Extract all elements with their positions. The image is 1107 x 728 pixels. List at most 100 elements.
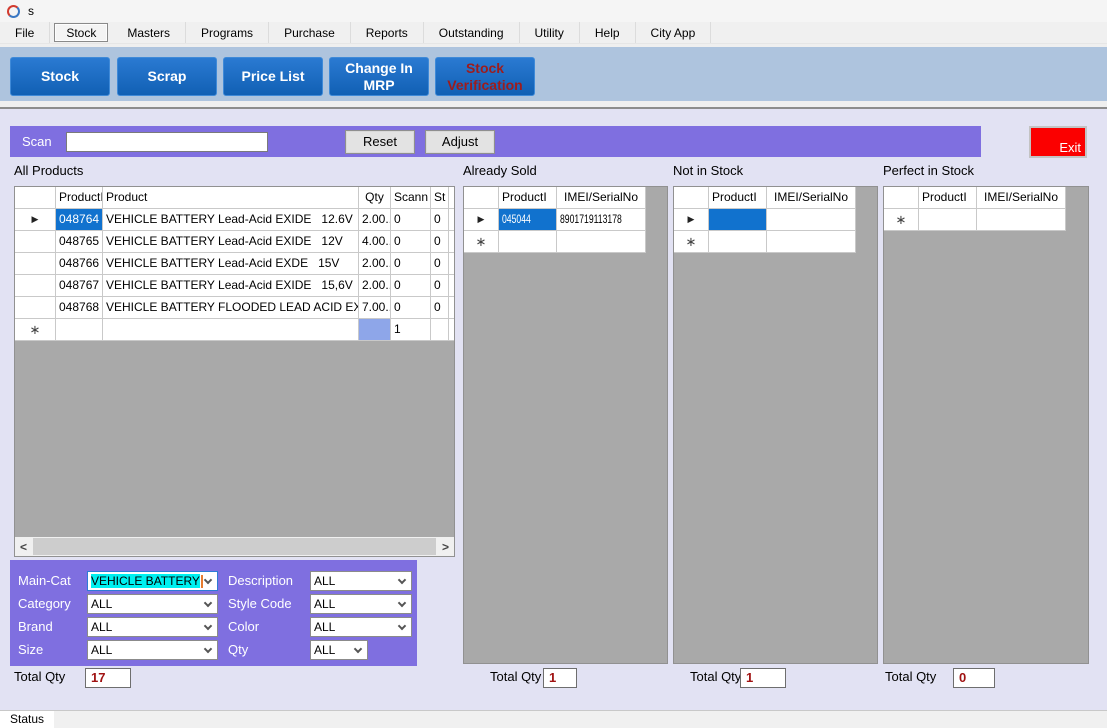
menu-purchase[interactable]: Purchase bbox=[269, 22, 351, 43]
table-row[interactable]: ▶ 048764 VEHICLE BATTERY Lead-Acid EXIDE… bbox=[15, 209, 454, 231]
style-code-select[interactable]: ALL bbox=[310, 594, 412, 614]
reset-button[interactable]: Reset bbox=[345, 130, 415, 154]
header-scanned[interactable]: Scann bbox=[391, 187, 431, 209]
current-row-indicator[interactable]: ▶ bbox=[674, 209, 709, 231]
stock-verification-button[interactable]: Stock Verification bbox=[435, 57, 535, 96]
cell-product[interactable]: VEHICLE BATTERY Lead-Acid EXIDE 15,6V bbox=[103, 275, 359, 297]
cell-product[interactable]: VEHICLE BATTERY FLOODED LEAD ACID EXI... bbox=[103, 297, 359, 319]
cell-qty[interactable]: 4.00... bbox=[359, 231, 391, 253]
new-row-indicator[interactable]: ∗ bbox=[15, 319, 56, 341]
new-row-indicator[interactable]: ∗ bbox=[464, 231, 499, 253]
cell-product[interactable]: VEHICLE BATTERY Lead-Acid EXIDE 12.6V bbox=[103, 209, 359, 231]
cell-scanned[interactable]: 0 bbox=[391, 275, 431, 297]
cell-scanned[interactable]: 0 bbox=[391, 209, 431, 231]
menu-utility[interactable]: Utility bbox=[520, 22, 580, 43]
cell-product[interactable]: VEHICLE BATTERY Lead-Acid EXIDE 12V bbox=[103, 231, 359, 253]
menu-stock[interactable]: Stock bbox=[54, 23, 108, 42]
header-imei[interactable]: IMEI/SerialNo bbox=[557, 187, 646, 209]
table-row[interactable]: ▶ 045044 8901719113178 bbox=[464, 209, 646, 231]
header-product-id[interactable]: ProductI bbox=[56, 187, 103, 209]
header-st[interactable]: St bbox=[431, 187, 449, 209]
perfect-in-stock-grid: ProductI IMEI/SerialNo ∗ bbox=[883, 186, 1089, 664]
table-row[interactable]: 048766 VEHICLE BATTERY Lead-Acid EXDE 15… bbox=[15, 253, 454, 275]
main-cat-label: Main-Cat bbox=[18, 573, 71, 588]
stock-button[interactable]: Stock bbox=[10, 57, 110, 96]
cell-scanned[interactable]: 0 bbox=[391, 231, 431, 253]
current-row-indicator[interactable]: ▶ bbox=[15, 209, 56, 231]
cell-st[interactable]: 0 bbox=[431, 297, 449, 319]
menu-city-app[interactable]: City App bbox=[636, 22, 712, 43]
header-product-id[interactable]: ProductI bbox=[919, 187, 977, 209]
adjust-button[interactable]: Adjust bbox=[425, 130, 495, 154]
menu-masters[interactable]: Masters bbox=[112, 22, 186, 43]
header-qty[interactable]: Qty bbox=[359, 187, 391, 209]
cell-product-id[interactable]: 048768 bbox=[56, 297, 103, 319]
all-products-total-value[interactable]: 17 bbox=[85, 668, 131, 688]
scan-input[interactable] bbox=[66, 132, 268, 152]
table-row[interactable]: 048768 VEHICLE BATTERY FLOODED LEAD ACID… bbox=[15, 297, 454, 319]
cell-st[interactable]: 0 bbox=[431, 275, 449, 297]
new-row[interactable]: ∗ 1 bbox=[15, 319, 454, 341]
cell-imei[interactable] bbox=[767, 209, 856, 231]
new-row-indicator[interactable]: ∗ bbox=[884, 209, 919, 231]
menu-programs[interactable]: Programs bbox=[186, 22, 269, 43]
price-list-button[interactable]: Price List bbox=[223, 57, 323, 96]
cell-st[interactable]: 0 bbox=[431, 231, 449, 253]
scrollbar-thumb[interactable] bbox=[33, 538, 436, 555]
size-select[interactable]: ALL bbox=[87, 640, 218, 660]
cell-qty[interactable]: 7.00... bbox=[359, 297, 391, 319]
menu-file[interactable]: File bbox=[0, 22, 50, 43]
table-row[interactable]: 048765 VEHICLE BATTERY Lead-Acid EXIDE 1… bbox=[15, 231, 454, 253]
new-row[interactable]: ∗ bbox=[674, 231, 856, 253]
cell-product-id[interactable]: 048766 bbox=[56, 253, 103, 275]
scroll-right-icon[interactable]: > bbox=[437, 537, 454, 556]
cell-product-id[interactable]: 048767 bbox=[56, 275, 103, 297]
cell-qty[interactable]: 2.00... bbox=[359, 209, 391, 231]
qty-select[interactable]: ALL bbox=[310, 640, 368, 660]
scrap-button[interactable]: Scrap bbox=[117, 57, 217, 96]
new-row-scanned-cell[interactable]: 1 bbox=[391, 319, 431, 341]
header-product-id[interactable]: ProductI bbox=[499, 187, 557, 209]
header-product-id[interactable]: ProductI bbox=[709, 187, 767, 209]
table-row[interactable]: 048767 VEHICLE BATTERY Lead-Acid EXIDE 1… bbox=[15, 275, 454, 297]
header-imei[interactable]: IMEI/SerialNo bbox=[767, 187, 856, 209]
cell-product[interactable]: VEHICLE BATTERY Lead-Acid EXDE 15V bbox=[103, 253, 359, 275]
new-row-indicator[interactable]: ∗ bbox=[674, 231, 709, 253]
not-in-stock-total-value[interactable]: 1 bbox=[740, 668, 786, 688]
cell-st[interactable]: 0 bbox=[431, 253, 449, 275]
chevron-down-icon bbox=[398, 599, 406, 607]
exit-button[interactable]: Exit bbox=[1029, 126, 1087, 158]
header-imei[interactable]: IMEI/SerialNo bbox=[977, 187, 1066, 209]
main-cat-select[interactable]: VEHICLE BATTERY bbox=[87, 571, 218, 591]
cell-imei[interactable]: 8901719113178 bbox=[557, 209, 646, 231]
cell-qty[interactable]: 2.00... bbox=[359, 275, 391, 297]
description-select[interactable]: ALL bbox=[310, 571, 412, 591]
cell-scanned[interactable]: 0 bbox=[391, 297, 431, 319]
horizontal-scrollbar[interactable]: < > bbox=[15, 537, 454, 556]
header-row-selector[interactable] bbox=[15, 187, 56, 209]
header-product[interactable]: Product bbox=[103, 187, 359, 209]
cell-qty[interactable]: 2.00... bbox=[359, 253, 391, 275]
cell-product-id[interactable]: 048764 bbox=[56, 209, 103, 231]
new-row[interactable]: ∗ bbox=[884, 209, 1066, 231]
color-select[interactable]: ALL bbox=[310, 617, 412, 637]
change-in-mrp-button[interactable]: Change In MRP bbox=[329, 57, 429, 96]
category-select[interactable]: ALL bbox=[87, 594, 218, 614]
menu-help[interactable]: Help bbox=[580, 22, 636, 43]
cell-product-id[interactable]: 045044 bbox=[499, 209, 557, 231]
current-row-indicator[interactable]: ▶ bbox=[464, 209, 499, 231]
table-row[interactable]: ▶ bbox=[674, 209, 856, 231]
brand-select[interactable]: ALL bbox=[87, 617, 218, 637]
already-sold-total-value[interactable]: 1 bbox=[543, 668, 577, 688]
new-row[interactable]: ∗ bbox=[464, 231, 646, 253]
cell-st[interactable]: 0 bbox=[431, 209, 449, 231]
new-row-qty-cell[interactable] bbox=[359, 319, 391, 341]
cell-product-id[interactable]: 048765 bbox=[56, 231, 103, 253]
cell-scanned[interactable]: 0 bbox=[391, 253, 431, 275]
menu-reports[interactable]: Reports bbox=[351, 22, 424, 43]
title-bar: s bbox=[0, 0, 1107, 22]
perfect-in-stock-total-value[interactable]: 0 bbox=[953, 668, 995, 688]
menu-outstanding[interactable]: Outstanding bbox=[424, 22, 520, 43]
scroll-left-icon[interactable]: < bbox=[15, 537, 32, 556]
cell-product-id[interactable] bbox=[709, 209, 767, 231]
